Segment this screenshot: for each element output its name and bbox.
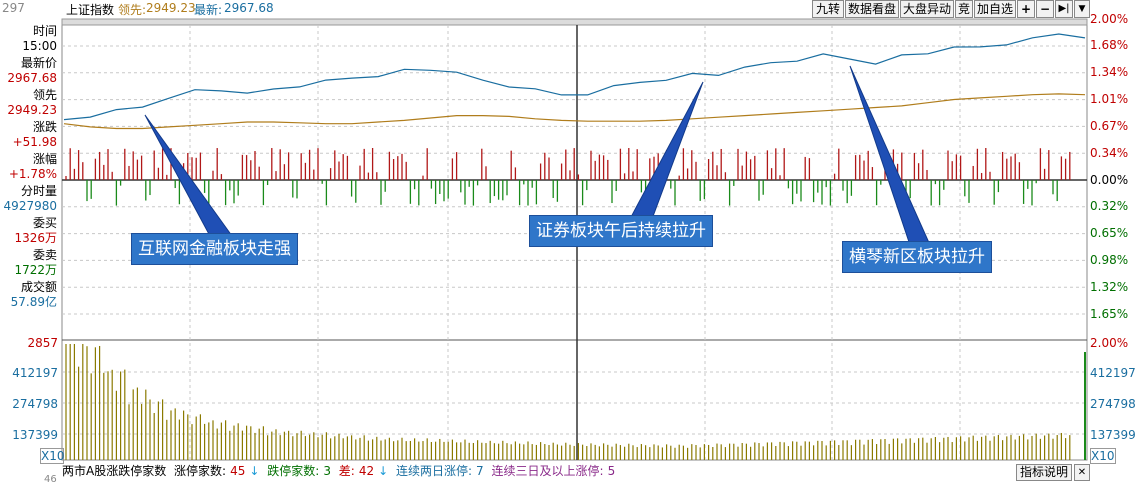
last-price-value: 2967.68 <box>7 71 57 85</box>
volume-axis-tick: 274798 <box>12 397 58 411</box>
ask-value: 1722万 <box>14 263 57 277</box>
volume-axis-tick: 2857 <box>27 336 58 350</box>
axis-tick-pct: 1.65% <box>1090 307 1129 321</box>
change-value: +51.98 <box>12 135 57 149</box>
volume-axis-tick-right: 137399 <box>1090 428 1136 442</box>
last-price-label: 最新价 <box>20 56 57 70</box>
axis-tick-pct: 0.00% <box>1090 173 1129 187</box>
lead-value-left: 2949.23 <box>7 103 57 117</box>
info-panel: 时间 15:00 最新价 2967.68 领先 2949.23 涨跌 +51.9… <box>0 18 61 318</box>
arrow-down-icon: ↓ <box>378 464 389 478</box>
limit-stats-bar: 两市A股涨跌停家数 涨停家数: 45 ↓ 跌停家数: 3 差: 42 ↓ 连续两日涨停: 7… <box>62 463 1087 480</box>
volume-axis-tick-right: 274798 <box>1090 397 1136 411</box>
callout-internet-finance: 互联网金融板块走强 <box>131 233 298 265</box>
close-icon[interactable]: ✕ <box>1074 464 1090 481</box>
turnover-value: 57.89亿 <box>10 295 57 309</box>
average-series-line <box>63 93 1086 130</box>
limit-down-value: 3 <box>323 464 331 478</box>
limit-down-label: 跌停家数: <box>267 464 320 478</box>
volume-axis-tick-right: 2.00% <box>1090 336 1129 350</box>
two-day-label: 连续两日涨停: <box>396 464 473 478</box>
price-series-line <box>63 33 1086 121</box>
time-label: 时间 <box>32 24 57 38</box>
axis-tick-pct: 1.01% <box>1090 92 1129 106</box>
scale-label: X10 <box>40 448 65 464</box>
three-day-value: 5 <box>607 464 616 478</box>
limit-title: 两市A股涨跌停家数 <box>62 464 167 478</box>
axis-tick-pct: 1.32% <box>1090 280 1129 294</box>
volume-axis-tick: 412197 <box>12 366 58 380</box>
lead-label-left: 领先 <box>32 88 57 102</box>
axis-tick-pct: 1.34% <box>1090 65 1129 79</box>
axis-tick-pct: 0.98% <box>1090 253 1129 267</box>
bid-value: 1326万 <box>14 231 57 245</box>
scale-label-right: X10 <box>1090 448 1116 464</box>
callout-pointer-hengqin <box>849 65 931 246</box>
callout-hengqin: 横琴新区板块拉升 <box>842 241 992 273</box>
ask-label: 委卖 <box>32 248 57 262</box>
diff-label: 差: <box>338 464 355 478</box>
axis-tick-pct: 2.00% <box>1090 12 1129 26</box>
callout-securities: 证券板块午后持续拉升 <box>529 215 713 247</box>
indicator-help-button[interactable]: 指标说明 <box>1016 464 1073 481</box>
min-volume-label: 分时量 <box>20 184 57 198</box>
price-lines <box>63 33 1086 130</box>
limit-up-value: 45 <box>230 464 246 478</box>
turnover-label: 成交额 <box>20 280 57 294</box>
two-day-value: 7 <box>476 464 484 478</box>
arrow-down-icon: ↓ <box>249 464 260 478</box>
up-down-bars <box>65 148 1071 206</box>
axis-tick-pct: 0.67% <box>1090 119 1129 133</box>
axis-tick-pct: 0.65% <box>1090 226 1129 240</box>
top-ruler <box>61 18 1088 26</box>
bid-label: 委买 <box>32 216 57 230</box>
three-day-label: 连续三日及以上涨停: <box>491 464 604 478</box>
bottom-left-tick: 46 <box>44 474 57 485</box>
limit-up-label: 涨停家数: <box>174 464 227 478</box>
axis-tick-pct: 0.34% <box>1090 146 1129 160</box>
min-volume-value: 4927980 <box>3 199 57 213</box>
change-pct-label: 涨幅 <box>32 152 57 166</box>
axis-tick-pct: 1.68% <box>1090 38 1129 52</box>
diff-value: 42 <box>358 464 375 478</box>
volume-axis-tick-right: 412197 <box>1090 366 1136 380</box>
volume-axis-tick: 137399 <box>12 428 58 442</box>
change-label: 涨跌 <box>32 120 57 134</box>
change-pct-value: +1.78% <box>8 167 57 181</box>
time-value: 15:00 <box>22 39 57 53</box>
axis-tick-pct: 0.32% <box>1090 199 1129 213</box>
